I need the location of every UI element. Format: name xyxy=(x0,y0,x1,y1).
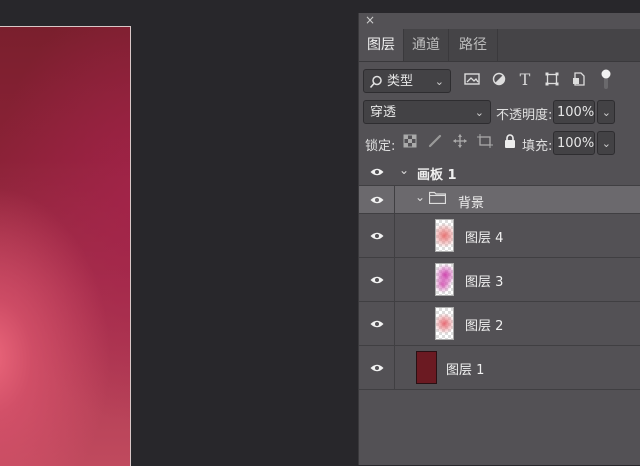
lock-position-icon[interactable] xyxy=(451,134,469,152)
visibility-toggle[interactable] xyxy=(359,346,395,389)
layer-name: 图层 2 xyxy=(465,319,504,334)
lock-image-pixels-icon[interactable] xyxy=(426,134,444,152)
layer-kind-label: 类型 xyxy=(387,74,414,89)
layers-panel: × 图层 通道 路径 类型 ⌄ T 穿透 ⌄ 不透明度: 100% ⌄ 锁定: … xyxy=(358,13,640,465)
layer-thumbnail xyxy=(435,219,454,252)
shape-filter-icon[interactable] xyxy=(543,72,561,90)
layer-kind-filter[interactable]: 类型 ⌄ xyxy=(363,69,451,93)
chevron-down-icon: ⌄ xyxy=(601,106,611,119)
chevron-down-icon: ⌄ xyxy=(474,106,484,119)
visibility-toggle[interactable] xyxy=(359,302,395,345)
filter-toggle-switch[interactable] xyxy=(601,69,611,91)
lock-all-icon[interactable] xyxy=(501,134,519,152)
fill-input[interactable]: 100% xyxy=(553,131,595,155)
artboard-canvas[interactable] xyxy=(0,26,131,466)
layer-name: 图层 3 xyxy=(465,275,504,290)
blend-mode-label: 穿透 xyxy=(370,105,397,120)
filter-row: 类型 ⌄ T xyxy=(359,67,640,95)
layer-name: 画板 1 xyxy=(417,168,457,183)
fill-dropdown-button[interactable]: ⌄ xyxy=(597,131,615,155)
canvas-area[interactable] xyxy=(0,0,358,466)
layer-row[interactable]: 图层 4 xyxy=(359,214,640,258)
eye-icon xyxy=(370,320,384,328)
visibility-toggle[interactable] xyxy=(359,186,395,213)
eye-icon xyxy=(370,196,384,204)
opacity-label: 不透明度: xyxy=(496,108,553,123)
folder-icon xyxy=(428,191,447,208)
tab-layers[interactable]: 图层 xyxy=(359,29,403,61)
eye-icon xyxy=(370,232,384,240)
lock-label: 锁定: xyxy=(365,139,396,154)
adjustment-filter-icon[interactable] xyxy=(490,72,508,90)
layer-thumbnail xyxy=(435,263,454,296)
opacity-value: 100% xyxy=(557,105,595,120)
chevron-down-icon: ⌄ xyxy=(601,137,611,150)
panel-tab-bar: 图层 通道 路径 xyxy=(359,29,640,62)
tab-channels[interactable]: 通道 xyxy=(404,29,448,61)
layer-name: 图层 4 xyxy=(465,231,504,246)
eye-icon xyxy=(370,276,384,284)
layer-name: 背景 xyxy=(458,196,485,211)
opacity-dropdown-button[interactable]: ⌄ xyxy=(597,100,615,124)
fill-value: 100% xyxy=(557,136,595,151)
lock-artboard-icon[interactable] xyxy=(476,134,494,152)
layer-thumbnail xyxy=(416,351,437,384)
visibility-toggle[interactable] xyxy=(359,158,395,185)
lock-row: 锁定: 填充: 100% ⌄ xyxy=(359,129,640,157)
image-filter-icon[interactable] xyxy=(463,72,481,90)
eye-icon xyxy=(370,364,384,372)
layer-name: 图层 1 xyxy=(446,363,485,378)
close-icon[interactable]: × xyxy=(365,12,375,28)
chevron-down-icon[interactable]: ⌄ xyxy=(399,163,409,177)
lock-transparent-pixels-icon[interactable] xyxy=(401,134,419,152)
layer-row-group[interactable]: ⌄ 背景 xyxy=(359,186,640,214)
layer-row[interactable]: 图层 2 xyxy=(359,302,640,346)
layer-row[interactable]: 图层 3 xyxy=(359,258,640,302)
layer-thumbnail xyxy=(435,307,454,340)
chevron-down-icon: ⌄ xyxy=(434,75,444,88)
fill-label: 填充: xyxy=(522,139,553,154)
smartobject-filter-icon[interactable] xyxy=(570,72,588,90)
eye-icon xyxy=(370,168,384,176)
visibility-toggle[interactable] xyxy=(359,258,395,301)
opacity-input[interactable]: 100% xyxy=(553,100,595,124)
layer-row[interactable]: 图层 1 xyxy=(359,346,640,390)
blend-mode-dropdown[interactable]: 穿透 ⌄ xyxy=(363,100,491,124)
tab-paths[interactable]: 路径 xyxy=(449,29,497,61)
visibility-toggle[interactable] xyxy=(359,214,395,257)
layer-row-artboard[interactable]: ⌄ 画板 1 xyxy=(359,158,640,186)
search-icon xyxy=(369,74,383,89)
chevron-down-icon[interactable]: ⌄ xyxy=(415,190,425,204)
blend-row: 穿透 ⌄ 不透明度: 100% ⌄ xyxy=(359,98,640,126)
type-filter-icon[interactable]: T xyxy=(516,71,534,89)
